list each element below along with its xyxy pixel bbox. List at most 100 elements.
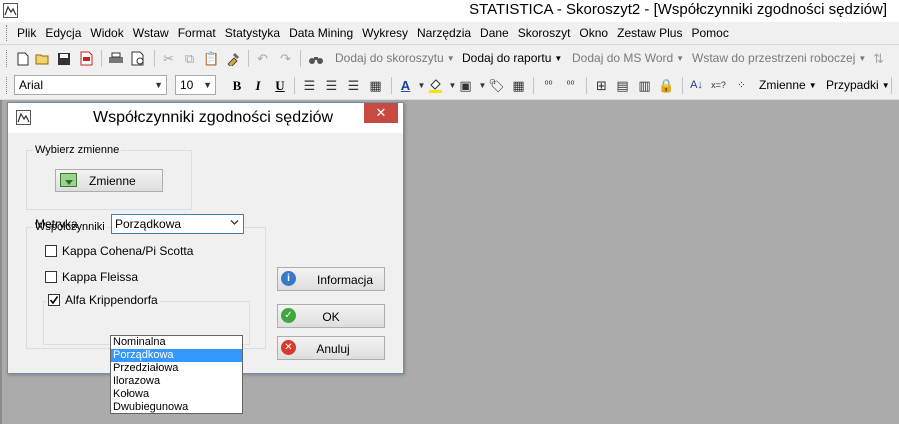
menu-data-mining[interactable]: Data Mining <box>289 26 353 40</box>
metric-option-bipolar[interactable]: Dwubiegunowa <box>111 401 242 414</box>
pdf-export-icon[interactable] <box>78 50 95 67</box>
menu-statystyka[interactable]: Statystyka <box>225 26 280 40</box>
chevron-down-icon: ▼ <box>554 54 563 63</box>
gridlines-icon[interactable]: ▦ <box>510 77 527 94</box>
redo-icon[interactable]: ↷ <box>277 50 294 67</box>
menu-widok[interactable]: Widok <box>90 26 123 40</box>
checkmark-icon <box>49 296 59 305</box>
variable-specs-icon[interactable]: ⊞ <box>593 77 610 94</box>
add-to-ms-word-button[interactable]: Dodaj do MS Word ▼ <box>572 51 684 65</box>
lock-icon[interactable]: 🔒 <box>658 77 675 94</box>
information-button[interactable]: i Informacja <box>277 267 385 291</box>
font-name-select[interactable]: Arial ▼ <box>14 75 167 95</box>
chevron-down-icon: ▼ <box>154 80 163 90</box>
underline-button[interactable]: U <box>271 77 289 94</box>
align-center-icon[interactable]: ☰ <box>323 77 340 94</box>
italic-button[interactable]: I <box>249 77 267 94</box>
cases-menu-label: Przypadki <box>826 78 879 92</box>
alfa-krippendorff-checkbox[interactable] <box>48 294 60 306</box>
kappa-cohen-label: Kappa Cohena/Pi Scotta <box>62 244 194 258</box>
metric-option-circular[interactable]: Kołowa <box>111 388 242 401</box>
borders-icon[interactable]: ▣ <box>457 77 474 94</box>
select-variables-group: Wybierz zmienne Zmienne <box>26 144 192 210</box>
cancel-button[interactable]: ✕ Anuluj <box>277 336 385 360</box>
dialog-title: Współczynniki zgodności sędziów <box>93 109 334 126</box>
print-preview-icon[interactable] <box>130 50 147 67</box>
menu-dane[interactable]: Dane <box>480 26 509 40</box>
kappa-fleiss-checkbox[interactable] <box>45 271 57 283</box>
copy-icon[interactable]: ⧉ <box>181 50 198 67</box>
alfa-krippendorff-checkbox-row[interactable]: Alfa Krippendorfa <box>46 293 160 307</box>
tag-icon[interactable]: 🏷 <box>488 77 505 94</box>
add-to-workbook-button[interactable]: Dodaj do skoroszytu ▼ <box>335 51 455 65</box>
workspace-tool-icon[interactable]: ⇅ <box>870 50 887 67</box>
format-cells-icon[interactable]: ▦ <box>367 77 384 94</box>
metric-dropdown-list: Nominalna Porządkowa Przedziałowa Iloraz… <box>110 335 243 414</box>
alfa-krippendorff-label: Alfa Krippendorfa <box>65 293 158 307</box>
statistica-app-icon[interactable] <box>3 3 18 18</box>
paste-icon[interactable]: 📋 <box>203 50 220 67</box>
chevron-down-icon: ▼ <box>881 81 890 90</box>
x-grid-icon[interactable]: ⁘ <box>733 77 750 94</box>
sort-icon[interactable]: A↓ <box>688 77 705 94</box>
metric-option-ratio[interactable]: Ilorazowa <box>111 375 242 388</box>
check-circle-icon: ✓ <box>281 308 296 323</box>
print-icon[interactable] <box>107 50 124 67</box>
menu-pomoc[interactable]: Pomoc <box>691 26 728 40</box>
text-labels-icon[interactable]: ▥ <box>636 77 653 94</box>
metric-label: Metryka <box>35 217 78 231</box>
cases-menu-button[interactable]: Przypadki ▼ <box>826 78 890 92</box>
all-specs-icon[interactable]: ▤ <box>614 77 631 94</box>
add-to-workbook-label: Dodaj do skoroszytu <box>335 51 444 65</box>
toolbar-grip[interactable] <box>6 50 9 67</box>
add-to-report-button[interactable]: Dodaj do raportu ▼ <box>462 51 562 65</box>
info-icon: i <box>281 271 296 286</box>
metric-option-nominal[interactable]: Nominalna <box>111 336 242 349</box>
align-right-icon[interactable]: ☰ <box>345 77 362 94</box>
kappa-cohen-checkbox[interactable] <box>45 245 57 257</box>
find-binoculars-icon[interactable] <box>307 50 324 67</box>
menubar-grip[interactable] <box>6 25 9 41</box>
font-size-select[interactable]: 10 ▼ <box>175 75 216 95</box>
open-folder-icon[interactable] <box>34 50 51 67</box>
align-left-icon[interactable]: ☰ <box>301 77 318 94</box>
insert-to-workspace-button[interactable]: Wstaw do przestrzeni roboczej ▼ <box>692 51 866 65</box>
metric-select[interactable]: Porządkowa <box>111 214 244 234</box>
cut-icon[interactable]: ✂ <box>160 50 177 67</box>
close-button[interactable]: ✕ <box>364 103 398 123</box>
menu-zestaw-plus[interactable]: Zestaw Plus <box>617 26 682 40</box>
ok-button[interactable]: ✓ OK <box>277 304 385 328</box>
format-painter-icon[interactable] <box>225 50 242 67</box>
kappa-fleiss-checkbox-row[interactable]: Kappa Fleissa <box>45 270 138 284</box>
menu-wykresy[interactable]: Wykresy <box>362 26 408 40</box>
fill-color-icon[interactable] <box>427 77 444 94</box>
menu-skoroszyt[interactable]: Skoroszyt <box>518 26 571 40</box>
new-file-icon[interactable] <box>14 50 31 67</box>
recalculate-icon[interactable]: x=? <box>710 77 727 94</box>
dialog-titlebar[interactable]: Współczynniki zgodności sędziów ✕ <box>8 103 403 133</box>
menu-narzedzia[interactable]: Narzędzia <box>417 26 471 40</box>
metric-option-interval[interactable]: Przedziałowa <box>111 362 242 375</box>
decrease-decimal-icon[interactable]: ⁰⁰ <box>562 77 579 94</box>
undo-icon[interactable]: ↶ <box>254 50 271 67</box>
variables-menu-button[interactable]: Zmienne ▼ <box>759 78 817 92</box>
workspace-left-border <box>0 100 2 424</box>
menu-wstaw[interactable]: Wstaw <box>133 26 169 40</box>
menu-okno[interactable]: Okno <box>579 26 608 40</box>
metric-selected-value: Porządkowa <box>115 217 182 231</box>
font-color-icon[interactable]: A <box>397 77 414 94</box>
variables-button[interactable]: Zmienne <box>55 169 163 192</box>
metric-option-ordinal[interactable]: Porządkowa <box>111 349 242 362</box>
close-icon: ✕ <box>375 105 387 120</box>
menu-plik[interactable]: Plik <box>17 26 36 40</box>
increase-decimal-icon[interactable]: ⁰⁰ <box>540 77 557 94</box>
font-size-value: 10 <box>180 78 194 92</box>
save-icon[interactable] <box>55 50 72 67</box>
bold-button[interactable]: B <box>228 77 246 94</box>
chevron-down-icon: ▼ <box>676 54 685 63</box>
menu-format[interactable]: Format <box>178 26 216 40</box>
kappa-cohen-checkbox-row[interactable]: Kappa Cohena/Pi Scotta <box>45 244 193 258</box>
menu-edycja[interactable]: Edycja <box>45 26 81 40</box>
toolbar-grip[interactable] <box>6 77 9 94</box>
chevron-down-icon: ▼ <box>446 54 455 63</box>
